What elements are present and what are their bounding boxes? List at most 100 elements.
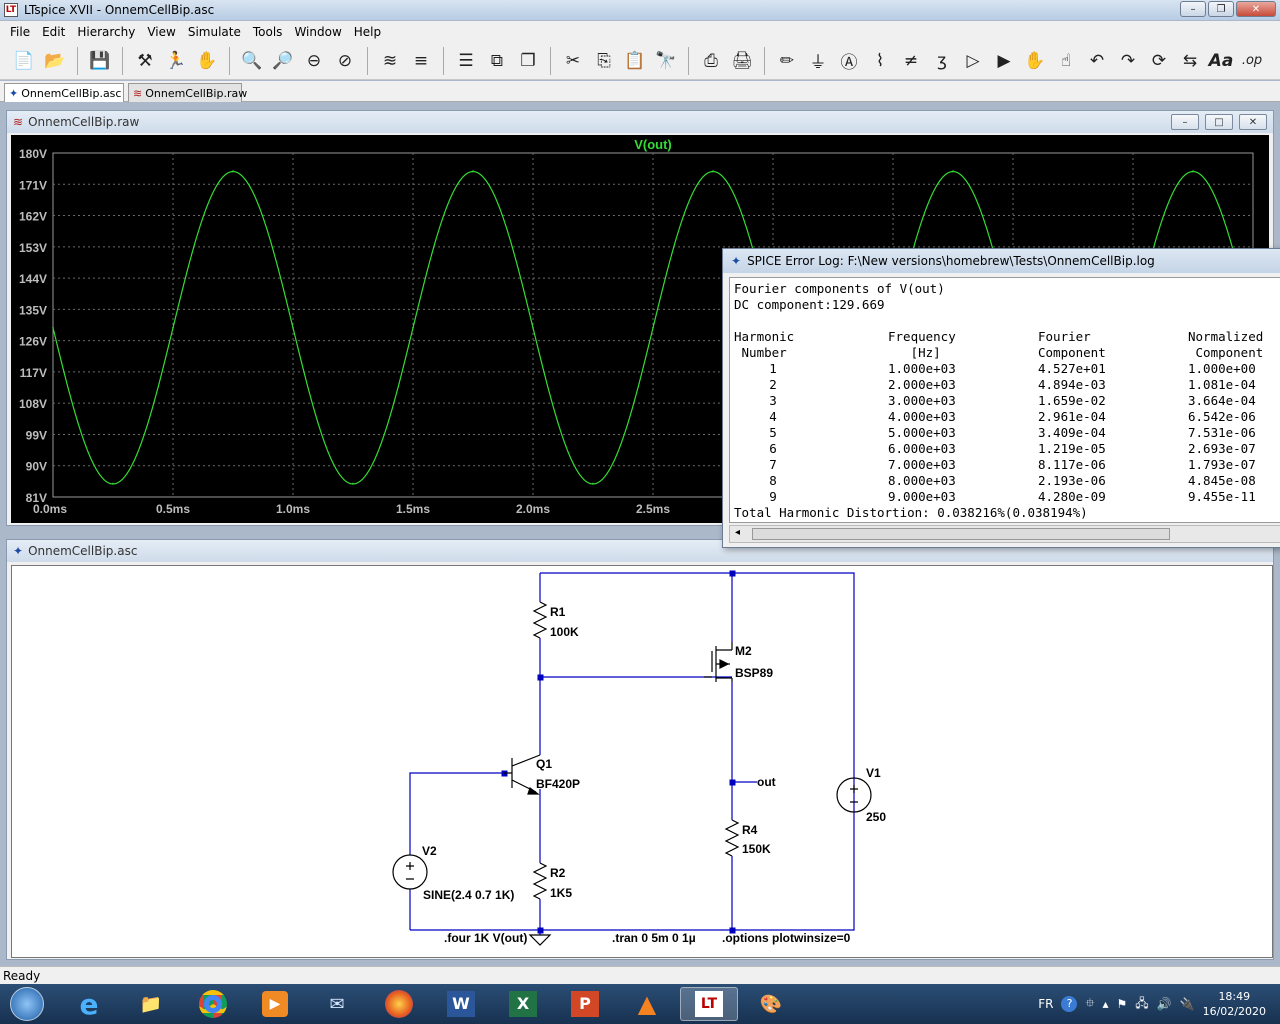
scrollbar-thumb[interactable]: [752, 528, 1170, 540]
rotate-icon[interactable]: ⟳: [1145, 47, 1173, 75]
new-schematic-icon[interactable]: 📄: [10, 47, 38, 75]
taskbar: e 📁 ▶ ✉ W X P ▲ LT 🎨 FR ? ⯐ ▴ ⚑ 🖧 🔊 🔌 18…: [0, 984, 1280, 1024]
copy-icon[interactable]: ⎘: [590, 47, 618, 75]
halt-icon[interactable]: ✋: [193, 47, 221, 75]
log-line: Fourier components of V(out): [734, 281, 945, 296]
paint-icon[interactable]: 🎨: [742, 987, 800, 1021]
menu-tools[interactable]: Tools: [247, 25, 289, 39]
clock-date: 16/02/2020: [1202, 1005, 1266, 1018]
draw-wire-icon[interactable]: ✏: [773, 47, 801, 75]
menu-simulate[interactable]: Simulate: [182, 25, 247, 39]
menu-view[interactable]: View: [141, 25, 181, 39]
schematic-canvas[interactable]: R1 100K M2 BSP89 Q1 BF420P R2 1K5 R4 150…: [11, 565, 1273, 958]
cut-icon[interactable]: ✂: [559, 47, 587, 75]
zoom-pan-icon[interactable]: 🔎: [269, 47, 297, 75]
help-icon[interactable]: ?: [1061, 996, 1078, 1012]
component-icon[interactable]: ▶: [990, 47, 1018, 75]
directive-four[interactable]: .four 1K V(out): [444, 931, 527, 945]
zoom-cancel-icon[interactable]: ⊘: [331, 47, 359, 75]
minimize-button[interactable]: –: [1180, 1, 1206, 17]
v2-value: SINE(2.4 0.7 1K): [423, 888, 514, 902]
undo-icon[interactable]: ↶: [1083, 47, 1111, 75]
volume-icon[interactable]: 🔊: [1157, 997, 1172, 1011]
text-icon[interactable]: Aa: [1207, 47, 1235, 75]
diode-icon[interactable]: ▷: [959, 47, 987, 75]
mirror-icon[interactable]: ⇆: [1176, 47, 1204, 75]
directive-options[interactable]: .options plotwinsize=0: [722, 931, 851, 945]
mosfet-m2: [704, 642, 733, 682]
firefox-icon[interactable]: [370, 987, 428, 1021]
internet-explorer-icon[interactable]: e: [60, 987, 118, 1021]
fourier-row: 8 8.000e+03 2.193e-06 4.845e-08: [769, 473, 1256, 488]
trace-title: V(out): [634, 137, 672, 152]
directive-tran[interactable]: .tran 0 5m 0 1µ: [612, 931, 696, 945]
autorange-icon[interactable]: ≋: [376, 47, 404, 75]
visible-traces-icon[interactable]: ≡: [407, 47, 435, 75]
word-icon[interactable]: W: [432, 987, 490, 1021]
start-orb-icon[interactable]: [2, 987, 52, 1021]
menu-file[interactable]: File: [4, 25, 36, 39]
tray-options-icon[interactable]: ⯐: [1085, 994, 1094, 1015]
menu-help[interactable]: Help: [348, 25, 387, 39]
thunderbird-icon[interactable]: ✉: [308, 987, 366, 1021]
label-net-icon[interactable]: Ⓐ: [835, 47, 863, 75]
capacitor-icon[interactable]: ≠: [897, 47, 925, 75]
powerpoint-icon[interactable]: P: [556, 987, 614, 1021]
excel-icon[interactable]: X: [494, 987, 552, 1021]
menu-hierarchy[interactable]: Hierarchy: [71, 25, 141, 39]
fourier-row: 9 9.000e+03 4.280e-09 9.455e-11: [769, 489, 1256, 504]
paste-icon[interactable]: 📋: [621, 47, 649, 75]
wires: [409, 572, 855, 935]
tile-horizontal-icon[interactable]: ☰: [452, 47, 480, 75]
restore-button[interactable]: ❐: [1208, 1, 1234, 17]
power-icon[interactable]: 🔌: [1180, 997, 1195, 1011]
save-icon[interactable]: 💾: [86, 47, 114, 75]
open-icon[interactable]: 📂: [41, 47, 69, 75]
tab-waveform[interactable]: ≋ OnnemCellBip.raw: [128, 83, 247, 102]
vlc-icon[interactable]: ▲: [618, 987, 676, 1021]
ground-icon[interactable]: ⏚: [804, 47, 832, 75]
move-icon[interactable]: ✋: [1021, 47, 1049, 75]
network-icon[interactable]: 🖧: [1135, 994, 1148, 1015]
file-explorer-icon[interactable]: 📁: [122, 987, 180, 1021]
child-minimize-button[interactable]: –: [1171, 114, 1199, 130]
scroll-left-icon[interactable]: ◂: [735, 527, 740, 538]
schematic-drawing[interactable]: R1 100K M2 BSP89 Q1 BF420P R2 1K5 R4 150…: [12, 566, 1274, 959]
menu-window[interactable]: Window: [288, 25, 347, 39]
print-icon[interactable]: ⎙: [697, 47, 725, 75]
tile-vertical-icon[interactable]: ⧉: [483, 47, 511, 75]
clock[interactable]: 18:49 16/02/2020: [1203, 989, 1266, 1019]
zoom-out-icon[interactable]: ⊖: [300, 47, 328, 75]
language-indicator[interactable]: FR: [1038, 997, 1053, 1011]
ltspice-icon[interactable]: LT: [680, 987, 738, 1021]
menu-edit[interactable]: Edit: [36, 25, 71, 39]
tab-schematic[interactable]: ✦ OnnemCellBip.asc: [4, 83, 124, 102]
x-tick-label: 0.5ms: [156, 502, 190, 516]
child-close-button[interactable]: ✕: [1239, 114, 1267, 130]
find-icon[interactable]: 🔭: [652, 47, 680, 75]
horizontal-scrollbar[interactable]: ◂: [729, 525, 1280, 543]
data-point: [1192, 170, 1194, 172]
control-panel-icon[interactable]: ⚒: [131, 47, 159, 75]
close-button[interactable]: ✕: [1236, 1, 1276, 17]
spice-directive-icon[interactable]: .op: [1238, 47, 1266, 75]
media-player-icon[interactable]: ▶: [246, 987, 304, 1021]
waveform-icon: ≋: [133, 86, 143, 100]
waveform-window-title: OnnemCellBip.raw: [28, 115, 140, 129]
show-hidden-icons-icon[interactable]: ▴: [1103, 997, 1109, 1011]
resistor-icon[interactable]: ⌇: [866, 47, 894, 75]
inductor-icon[interactable]: ʒ: [928, 47, 956, 75]
print-setup-icon[interactable]: 🖨: [728, 47, 756, 75]
run-icon[interactable]: 🏃: [162, 47, 190, 75]
schematic-window: ✦ OnnemCellBip.asc R1 100K M2 BSP89 Q1 B…: [6, 539, 1274, 960]
spice-log-text[interactable]: Fourier components of V(out) DC componen…: [729, 277, 1280, 523]
document-tabs: ✦ OnnemCellBip.asc ≋ OnnemCellBip.raw: [0, 81, 1280, 102]
child-maximize-button[interactable]: □: [1205, 114, 1233, 130]
zoom-in-icon[interactable]: 🔍: [238, 47, 266, 75]
action-center-icon[interactable]: ⚑: [1117, 997, 1128, 1011]
data-point: [652, 326, 654, 329]
chrome-icon[interactable]: [184, 987, 242, 1021]
drag-icon[interactable]: ☝: [1052, 47, 1080, 75]
redo-icon[interactable]: ↷: [1114, 47, 1142, 75]
cascade-icon[interactable]: ❐: [514, 47, 542, 75]
